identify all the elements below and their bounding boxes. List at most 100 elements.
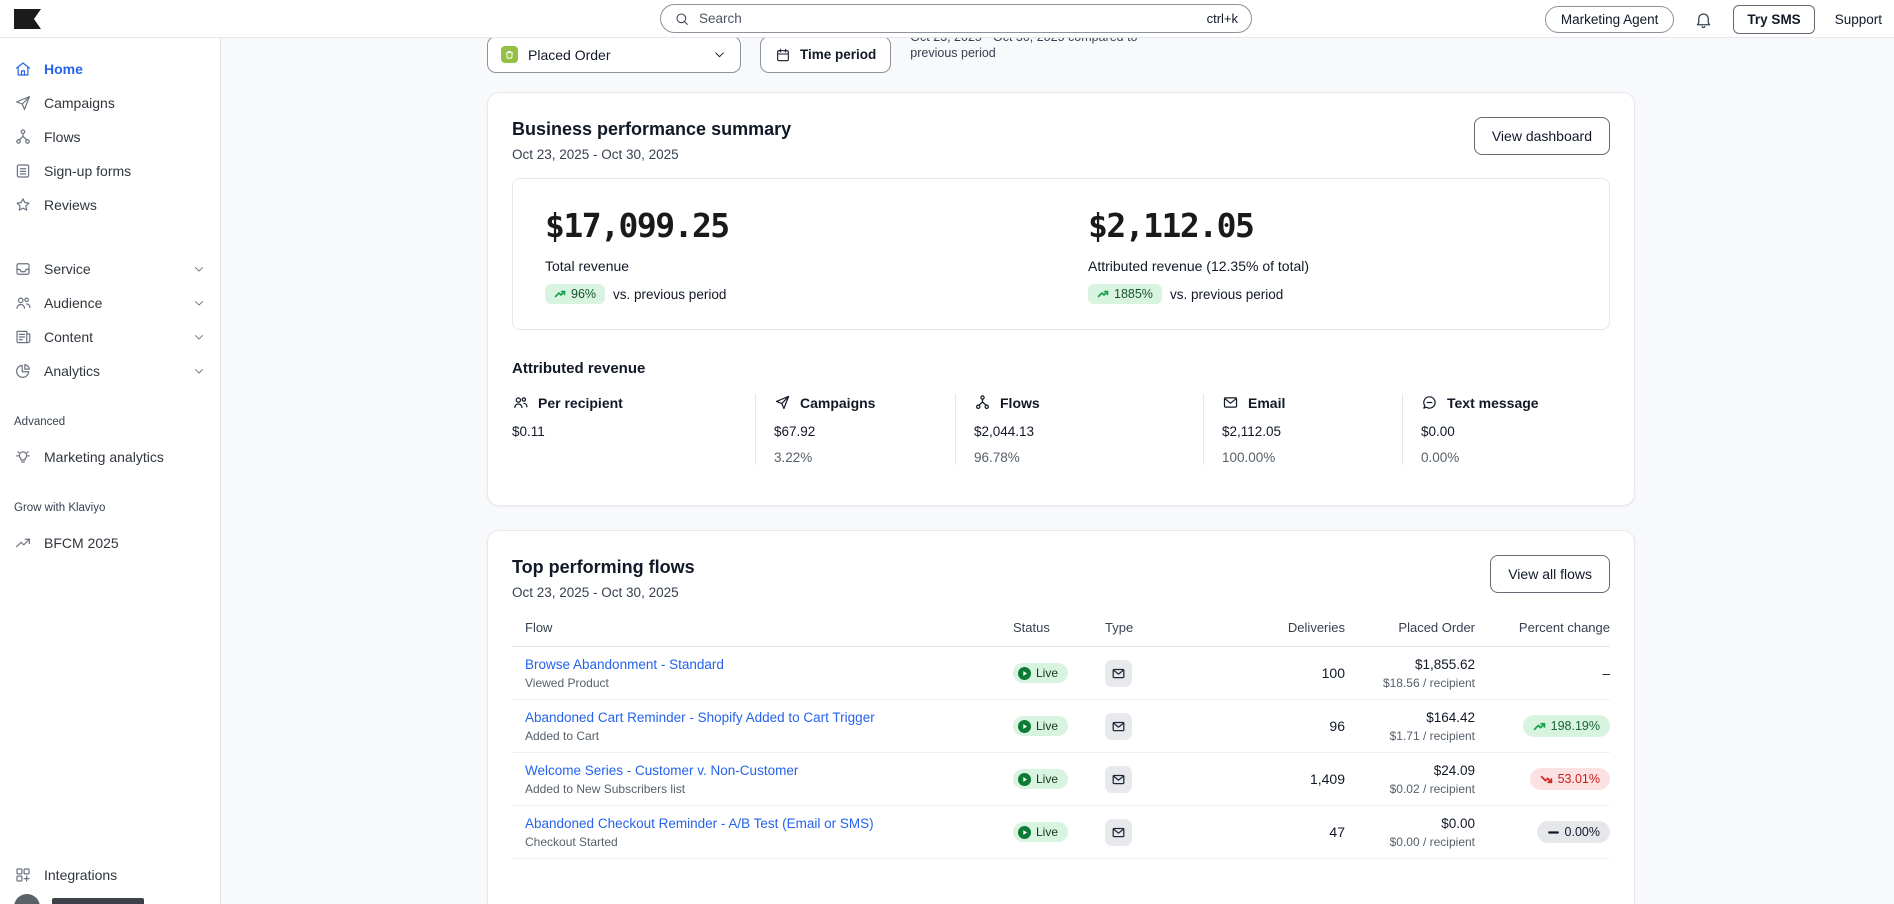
percent-change-badge: 53.01% [1529,768,1610,790]
status-badge: Live [1013,716,1069,736]
deliveries-value: 96 [1329,718,1345,734]
bell-icon[interactable] [1694,10,1713,29]
card-date-range: Oct 23, 2025 - Oct 30, 2025 [512,147,679,162]
status-badge: Live [1013,822,1069,842]
total-revenue-metric: $17,099.25 Total revenue 96% vs. previou… [513,206,1088,304]
sidebar-item-campaigns[interactable]: Campaigns [0,86,220,120]
integrations-icon [16,868,30,882]
business-performance-card: Business performance summary Oct 23, 202… [487,92,1635,506]
sidebar-item-home[interactable]: Home [0,52,220,86]
try-sms-button[interactable]: Try SMS [1733,4,1815,34]
sidebar-item-audience[interactable]: Audience [0,286,220,320]
flows-table: Flow Status Type Deliveries Placed Order… [512,620,1610,859]
support-link[interactable]: Support [1835,12,1882,27]
email-icon [1112,668,1125,678]
col-status: Status [1013,620,1050,635]
per-recipient-value: $0.02 / recipient [1389,781,1475,796]
view-dashboard-button[interactable]: View dashboard [1473,117,1610,155]
lightbulb-icon [16,451,30,463]
attributed-revenue-metric: $2,112.05 Attributed revenue (12.35% of … [1088,206,1609,304]
pie-chart-icon [16,364,30,378]
top-performing-flows-card: Top performing flows Oct 23, 2025 - Oct … [487,530,1635,904]
account-label-clipped [52,898,144,904]
sidebar-item-integrations[interactable]: Integrations [0,858,220,892]
metric-select[interactable]: Placed Order [487,38,741,73]
send-icon [16,96,30,110]
form-icon [16,164,30,178]
sidebar-item-reviews[interactable]: Reviews [0,188,220,222]
total-revenue-label: Total revenue [545,258,630,274]
change-suffix: vs. previous period [613,286,727,302]
col-flow: Flow [525,620,553,635]
trend-up-icon [1533,722,1545,730]
placed-order-value: $24.09 [1433,762,1475,778]
search-input[interactable]: Search ctrl+k [660,4,1252,33]
play-circle-icon [1018,666,1031,680]
flow-trigger: Added to Cart [525,729,600,743]
deliveries-value: 100 [1321,665,1345,681]
sidebar-item-bfcm-2025[interactable]: BFCM 2025 [0,526,220,560]
col-deliveries: Deliveries [1287,620,1345,635]
flow-link[interactable]: Abandoned Checkout Reminder - A/B Test (… [525,816,874,831]
flow-trigger: Added to New Subscribers list [525,782,686,796]
period-line1: Oct 23, 2025 - Oct 30, 2025 compared to [910,38,1190,45]
shopify-icon [501,46,518,63]
flow-icon [16,129,30,144]
chevron-down-icon [195,301,203,306]
account-row[interactable] [0,892,220,904]
time-period-button[interactable]: Time period [760,38,892,73]
per-recipient-value: $0.00 / recipient [1389,834,1475,849]
sidebar: Home Campaigns Flows Sign-up forms Revie… [0,38,221,904]
flow-link[interactable]: Welcome Series - Customer v. Non-Custome… [525,763,798,778]
card-title: Business performance summary [512,119,792,139]
marketing-agent-button[interactable]: Marketing Agent [1544,5,1675,33]
trend-up-icon [16,538,30,548]
period-comparison-note: Oct 23, 2025 - Oct 30, 2025 compared to … [910,38,1190,72]
attributed-revenue-title: Attributed revenue [512,360,646,377]
play-circle-icon [1018,719,1031,733]
sidebar-item-signup-forms[interactable]: Sign-up forms [0,154,220,188]
sidebar-item-flows[interactable]: Flows [0,120,220,154]
email-icon [1112,827,1125,837]
status-badge: Live [1013,663,1069,683]
attributed-revenue-value: $2,112.05 [1088,206,1255,245]
flow-row: Abandoned Cart Reminder - Shopify Added … [512,700,1610,753]
change-suffix: vs. previous period [1169,286,1284,302]
dash-icon [1547,830,1559,834]
flow-row: Welcome Series - Customer v. Non-Custome… [512,753,1610,806]
total-revenue-value: $17,099.25 [545,206,730,245]
top-bar: Search ctrl+k Marketing Agent Try SMS Su… [0,0,1894,38]
flow-row: Abandoned Checkout Reminder - A/B Test (… [512,806,1610,859]
send-icon [775,395,790,410]
star-icon [16,198,30,211]
trend-up-icon [1097,290,1109,298]
attributed-revenue-stats: Per recipient $0.11 Campaigns $67.92 3.2… [512,394,1610,465]
sidebar-item-service[interactable]: Service [0,252,220,286]
main-content: Placed Order Time period Oct 23, 2025 - … [221,38,1894,904]
home-icon [16,62,30,76]
per-recipient-value: $1.71 / recipient [1389,728,1475,743]
view-all-flows-button[interactable]: View all flows [1490,555,1610,593]
col-type: Type [1105,620,1134,635]
email-type-badge [1105,659,1132,687]
search-shortcut: ctrl+k [1206,11,1238,26]
stat-email: Email $2,112.05 100.00% [1203,394,1402,465]
email-type-badge [1105,712,1132,740]
email-type-badge [1105,818,1132,846]
search-icon [676,12,688,25]
chevron-down-icon [195,267,203,272]
period-line2: previous period [910,46,996,60]
flow-link[interactable]: Browse Abandonment - Standard [525,657,724,672]
metric-select-value: Placed Order [528,46,611,63]
sidebar-item-content[interactable]: Content [0,320,220,354]
status-badge: Live [1013,769,1069,789]
inbox-icon [16,263,30,275]
trend-down-icon [1540,775,1552,783]
sidebar-item-analytics[interactable]: Analytics [0,354,220,388]
placed-order-value: $164.42 [1426,709,1475,725]
flow-trigger: Viewed Product [525,676,609,690]
sidebar-item-marketing-analytics[interactable]: Marketing analytics [0,440,220,474]
news-icon [16,330,31,344]
klaviyo-logo-icon[interactable] [14,9,41,29]
flow-link[interactable]: Abandoned Cart Reminder - Shopify Added … [525,710,875,725]
